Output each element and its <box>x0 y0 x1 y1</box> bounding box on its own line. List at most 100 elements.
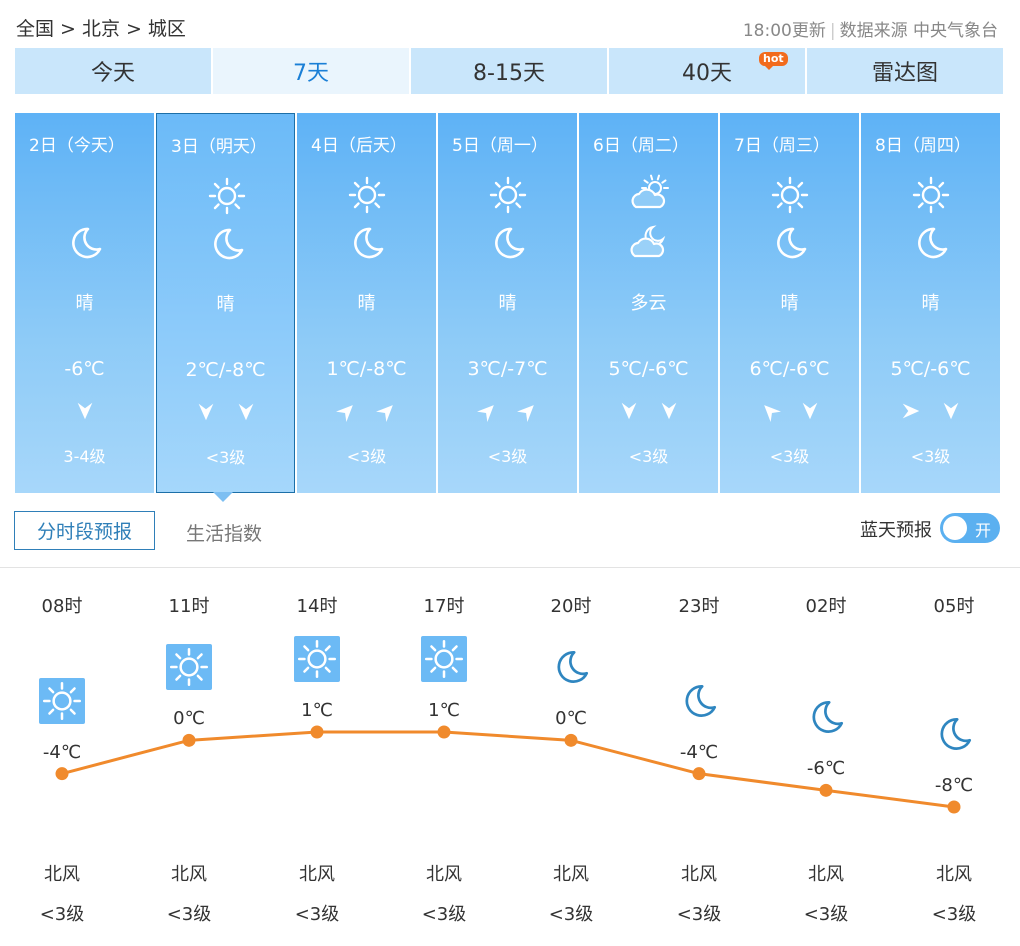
update-time: 18:00更新 <box>742 21 826 41</box>
moon-icon <box>548 644 594 690</box>
temperature-range: 5℃/-6℃ <box>608 358 689 380</box>
day-card[interactable]: 5日（周一） 晴 3℃/-7℃ <3级 <box>438 113 577 493</box>
temperature-point <box>182 733 196 747</box>
wind-level: <3级 <box>205 448 246 467</box>
tab-radar[interactable]: 雷达图 <box>807 48 1003 94</box>
tab-label: 今天 <box>90 61 135 86</box>
wind-direction-icon <box>759 400 781 426</box>
selected-day-pointer <box>213 492 233 502</box>
day-date: 5日（周一） <box>452 136 548 156</box>
hour-time: 05时 <box>933 596 975 617</box>
breadcrumb-country[interactable]: 全国 <box>16 18 54 40</box>
sun-icon <box>421 636 467 682</box>
wind-level: <3级 <box>346 447 387 466</box>
tab-label: 雷达图 <box>871 61 938 86</box>
day-card[interactable]: 8日（周四） 晴 5℃/-6℃ <3级 <box>861 113 1000 493</box>
hour-time: 08时 <box>41 596 83 617</box>
wind-direction-icon <box>618 400 640 426</box>
moon-icon <box>345 221 389 265</box>
hour-time: 23时 <box>678 596 720 617</box>
wind-direction-icon <box>900 400 922 426</box>
moon-icon <box>768 221 812 265</box>
hour-time: 20时 <box>550 596 592 617</box>
wind-directions <box>438 400 577 426</box>
tab-label: 7天 <box>293 61 329 86</box>
wind-direction-icon <box>799 400 821 426</box>
day-card[interactable]: 2日（今天） 晴 -6℃ 3-4级 <box>15 113 154 493</box>
hour-wind-direction: 北风 <box>299 864 335 885</box>
day-date: 2日（今天） <box>29 136 125 156</box>
hour-wind-direction: 北风 <box>44 864 80 885</box>
hour-wind-direction: 北风 <box>936 864 972 885</box>
hour-temperature: -6℃ <box>806 758 846 780</box>
hour-time: 02时 <box>805 596 847 617</box>
sun-icon <box>294 636 340 682</box>
temperature-range: -6℃ <box>64 358 105 380</box>
wind-level: <3级 <box>628 447 669 466</box>
moon-icon <box>803 694 849 740</box>
hot-badge: hot <box>759 52 788 70</box>
weather-text: 晴 <box>921 293 940 314</box>
day-card[interactable]: 4日（后天） 晴 1℃/-8℃ <3级 <box>297 113 436 493</box>
wind-directions <box>720 400 859 426</box>
seven-day-forecast: 2日（今天） 晴 -6℃ 3-4级 3日（明天） 晴 2℃/-8℃ <3级 4日（后天） 晴 1℃/… <box>15 113 1003 493</box>
temperature-range: 1℃/-8℃ <box>326 358 407 380</box>
sun-icon <box>486 173 530 217</box>
hour-temperature: -4℃ <box>679 741 719 763</box>
tab-hourly-forecast[interactable]: 分时段预报 <box>14 511 155 550</box>
weather-text: 多云 <box>630 293 667 314</box>
breadcrumb-city[interactable]: 北京 <box>82 18 120 40</box>
hour-wind-level: <3级 <box>931 904 977 925</box>
day-card[interactable]: 6日（周二） 多云 5℃/-6℃ <3级 <box>579 113 718 493</box>
tab-today[interactable]: 今天 <box>15 48 211 94</box>
temperature-point <box>564 733 578 747</box>
data-source: 数据来源 中央气象台 <box>839 21 998 41</box>
wind-direction-icon <box>658 400 680 426</box>
weather-text: 晴 <box>75 293 94 314</box>
wind-direction-icon <box>74 400 96 426</box>
weather-text: 晴 <box>780 293 799 314</box>
tab-7-days[interactable]: 7天 <box>213 48 409 94</box>
wind-level: 3-4级 <box>63 447 106 466</box>
day-date: 6日（周二） <box>593 136 689 156</box>
wind-directions <box>861 400 1000 426</box>
moon-icon <box>676 678 722 724</box>
hour-wind-level: <3级 <box>548 904 594 925</box>
breadcrumb-district[interactable]: 城区 <box>148 18 186 40</box>
tab-life-index[interactable]: 生活指数 <box>186 519 262 546</box>
day-date: 3日（明天） <box>171 137 267 157</box>
temperature-range: 5℃/-6℃ <box>890 358 971 380</box>
wind-directions <box>15 400 154 426</box>
hour-wind-level: <3级 <box>676 904 722 925</box>
wind-direction-icon <box>940 400 962 426</box>
wind-level: <3级 <box>487 447 528 466</box>
temperature-point <box>55 767 69 781</box>
temperature-range: 3℃/-7℃ <box>467 358 548 380</box>
day-date: 7日（周三） <box>734 136 830 156</box>
hour-wind-level: <3级 <box>294 904 340 925</box>
wind-direction-icon <box>235 401 257 427</box>
day-card[interactable]: 3日（明天） 晴 2℃/-8℃ <3级 <box>156 113 295 493</box>
weather-text: 晴 <box>498 293 517 314</box>
toggle-label: 开 <box>974 521 991 540</box>
blue-sky-toggle[interactable]: 开 <box>940 513 1000 543</box>
temperature-point <box>692 767 706 781</box>
hour-wind-level: <3级 <box>421 904 467 925</box>
weather-text: 晴 <box>216 294 235 315</box>
tab-8-15-days[interactable]: 8-15天 <box>411 48 607 94</box>
hour-temperature: -8℃ <box>934 775 974 796</box>
wind-direction-icon <box>375 400 398 426</box>
wind-direction-icon <box>516 400 539 426</box>
wind-direction-icon <box>195 401 217 427</box>
tab-40-days[interactable]: 40天 hot <box>609 48 805 94</box>
tab-label: 8-15天 <box>473 61 545 86</box>
moon-icon <box>63 221 107 265</box>
hour-temperature: 1℃ <box>301 700 333 721</box>
day-card[interactable]: 7日（周三） 晴 6℃/-6℃ <3级 <box>720 113 859 493</box>
weather-text: 晴 <box>357 293 376 314</box>
tab-label: 40天 <box>682 61 732 86</box>
cloud-sun-icon <box>627 173 671 217</box>
sun-icon <box>39 677 85 724</box>
sun-icon <box>768 173 812 217</box>
hour-wind-direction: 北风 <box>171 864 207 885</box>
